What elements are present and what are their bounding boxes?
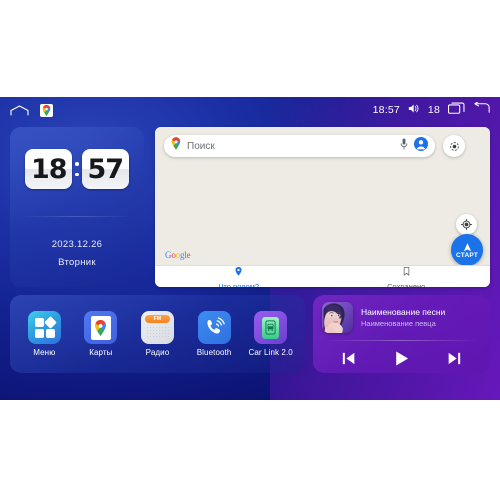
play-button[interactable] bbox=[389, 348, 415, 368]
microphone-icon[interactable] bbox=[400, 137, 408, 155]
media-controls bbox=[322, 348, 481, 368]
app-shortcut-menu[interactable]: Меню bbox=[18, 311, 70, 357]
map-tab-nearby[interactable]: Что рядом? bbox=[155, 266, 323, 287]
account-avatar-icon[interactable] bbox=[414, 136, 428, 156]
maps-icon bbox=[84, 311, 118, 344]
app-shortcut-car-link-label: Car Link 2.0 bbox=[248, 348, 293, 357]
skip-previous-icon bbox=[342, 352, 355, 364]
google-maps-pin-icon bbox=[171, 137, 181, 155]
clock-colon bbox=[75, 149, 79, 189]
app-shortcut-maps-label: Карты bbox=[89, 348, 113, 357]
skip-next-icon bbox=[448, 352, 461, 364]
next-track-button[interactable] bbox=[442, 348, 468, 368]
volume-level: 18 bbox=[427, 104, 440, 116]
status-time: 18:57 bbox=[372, 104, 400, 116]
app-shortcut-radio[interactable]: FM Радио bbox=[131, 311, 183, 357]
clock-date: 2023.12.26 bbox=[51, 239, 103, 250]
map-tab-saved-label: Сохранено bbox=[387, 281, 426, 288]
google-logo: Google bbox=[165, 250, 191, 260]
map-tab-bar: Что рядом? Сохранено bbox=[155, 265, 490, 287]
status-bar: 18:57 18 bbox=[0, 97, 500, 123]
map-start-label: СТАРТ bbox=[455, 251, 478, 259]
app-shortcuts-widget: Меню Карты FM Радио Bluetooth Car Link 2… bbox=[10, 295, 305, 373]
clock-minutes: 57 bbox=[81, 149, 129, 189]
back-arrow-icon[interactable] bbox=[473, 101, 490, 119]
my-location-button[interactable] bbox=[456, 214, 477, 235]
map-search-bar[interactable]: Поиск bbox=[164, 135, 435, 157]
clock-widget[interactable]: 18 57 2023.12.26 Вторник bbox=[10, 127, 144, 287]
bluetooth-phone-icon bbox=[197, 311, 231, 344]
clock-hours: 18 bbox=[25, 149, 73, 189]
recent-apps-icon[interactable] bbox=[447, 101, 465, 119]
app-shortcut-car-link[interactable]: Car Link 2.0 bbox=[245, 311, 297, 357]
bookmark-icon bbox=[403, 263, 410, 281]
my-location-icon bbox=[461, 219, 472, 230]
clock-divider bbox=[22, 216, 132, 217]
google-maps-notification-icon[interactable] bbox=[40, 103, 53, 117]
previous-track-button[interactable] bbox=[336, 348, 362, 368]
map-start-button[interactable]: СТАРТ bbox=[451, 234, 483, 266]
media-divider bbox=[324, 340, 479, 341]
app-shortcut-maps[interactable]: Карты bbox=[75, 311, 127, 357]
radio-band-label: FM bbox=[144, 315, 170, 323]
app-shortcut-bluetooth[interactable]: Bluetooth bbox=[188, 311, 240, 357]
location-pin-icon bbox=[235, 263, 242, 281]
home-icon[interactable] bbox=[10, 104, 29, 116]
widget-grid: 18 57 2023.12.26 Вторник Поиск Google СТ… bbox=[0, 123, 500, 400]
map-layers-icon bbox=[449, 141, 459, 151]
track-artist: Наименование певца bbox=[361, 319, 436, 328]
map-layers-button[interactable] bbox=[443, 135, 465, 157]
car-link-icon bbox=[254, 311, 288, 344]
google-maps-widget[interactable]: Поиск Google СТАРТ Что рядом? Сохранено bbox=[155, 127, 490, 287]
map-tab-saved[interactable]: Сохранено bbox=[323, 266, 491, 287]
track-title: Наименование песни bbox=[361, 307, 446, 317]
album-art-portrait bbox=[322, 302, 353, 333]
map-search-input[interactable]: Поиск bbox=[187, 141, 394, 152]
clock-weekday: Вторник bbox=[58, 257, 96, 268]
app-shortcut-bluetooth-label: Bluetooth bbox=[196, 348, 232, 357]
app-shortcut-menu-label: Меню bbox=[33, 348, 56, 357]
map-tab-nearby-label: Что рядом? bbox=[218, 281, 260, 288]
media-player-widget: Наименование песни Наименование певца bbox=[313, 295, 490, 373]
play-icon bbox=[396, 351, 409, 365]
menu-grid-icon bbox=[27, 311, 61, 344]
app-shortcut-radio-label: Радио bbox=[145, 348, 170, 357]
car-head-unit-home-screen: 18:57 18 18 57 2023.12.26 Вторник Поиск … bbox=[0, 97, 500, 400]
radio-grille bbox=[145, 326, 169, 339]
flip-clock: 18 57 bbox=[10, 149, 144, 189]
volume-icon[interactable] bbox=[408, 101, 420, 119]
radio-icon: FM bbox=[140, 311, 174, 344]
